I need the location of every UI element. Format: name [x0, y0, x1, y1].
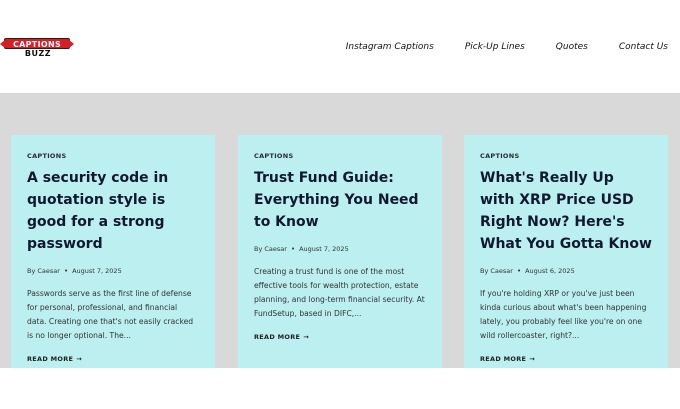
nav-item-contact-us[interactable]: Contact Us — [619, 42, 668, 52]
nav-item-pick-up-lines[interactable]: Pick-Up Lines — [465, 42, 525, 52]
post-title[interactable]: Trust Fund Guide: Everything You Need to… — [254, 167, 426, 233]
post-author[interactable]: By Caesar — [27, 267, 60, 275]
logo-banner: CAPTIONS — [0, 38, 74, 49]
post-excerpt: If you're holding XRP or you've just bee… — [480, 289, 647, 340]
post-category[interactable]: CAPTIONS — [254, 152, 426, 160]
post-excerpt: Creating a trust fund is one of the most… — [254, 267, 425, 318]
post-title[interactable]: What's Really Up with XRP Price USD Righ… — [480, 167, 652, 255]
read-more-label: READ MORE — [480, 355, 527, 363]
post-category[interactable]: CAPTIONS — [27, 152, 199, 160]
post-excerpt: Passwords serve as the first line of def… — [27, 289, 194, 340]
post-meta: By Caesar • August 7, 2025 — [254, 245, 426, 253]
arrow-right-icon: → — [529, 355, 536, 363]
post-date: August 7, 2025 — [299, 245, 349, 253]
post-author[interactable]: By Caesar — [254, 245, 287, 253]
post-meta: By Caesar • August 6, 2025 — [480, 267, 652, 275]
meta-separator: • — [63, 267, 69, 275]
arrow-right-icon: → — [76, 355, 83, 363]
post-author[interactable]: By Caesar — [480, 267, 513, 275]
post-date: August 7, 2025 — [72, 267, 122, 275]
post-category[interactable]: CAPTIONS — [480, 152, 652, 160]
site-logo[interactable]: CAPTIONS BUZZ — [0, 38, 74, 60]
post-date: August 6, 2025 — [525, 267, 575, 275]
posts-section: CAPTIONS A security code in quotation st… — [0, 93, 680, 368]
meta-separator: • — [290, 245, 296, 253]
meta-separator: • — [516, 267, 522, 275]
read-more-label: READ MORE — [27, 355, 74, 363]
arrow-right-icon: → — [303, 333, 310, 341]
site-header: CAPTIONS BUZZ Instagram Captions Pick-Up… — [0, 0, 680, 93]
read-more-link[interactable]: READ MORE → — [480, 355, 652, 363]
post-title[interactable]: A security code in quotation style is go… — [27, 167, 199, 255]
page-bottom-area — [0, 368, 680, 409]
post-meta: By Caesar • August 7, 2025 — [27, 267, 199, 275]
post-card: CAPTIONS A security code in quotation st… — [11, 135, 215, 368]
nav-item-instagram-captions[interactable]: Instagram Captions — [346, 42, 434, 52]
nav-item-quotes[interactable]: Quotes — [556, 42, 588, 52]
read-more-link[interactable]: READ MORE → — [27, 355, 199, 363]
logo-subtext: BUZZ — [24, 49, 52, 58]
read-more-link[interactable]: READ MORE → — [254, 333, 426, 341]
read-more-label: READ MORE — [254, 333, 301, 341]
post-card: CAPTIONS What's Really Up with XRP Price… — [464, 135, 668, 368]
post-card: CAPTIONS Trust Fund Guide: Everything Yo… — [238, 135, 442, 368]
main-nav: Instagram Captions Pick-Up Lines Quotes … — [315, 42, 668, 52]
